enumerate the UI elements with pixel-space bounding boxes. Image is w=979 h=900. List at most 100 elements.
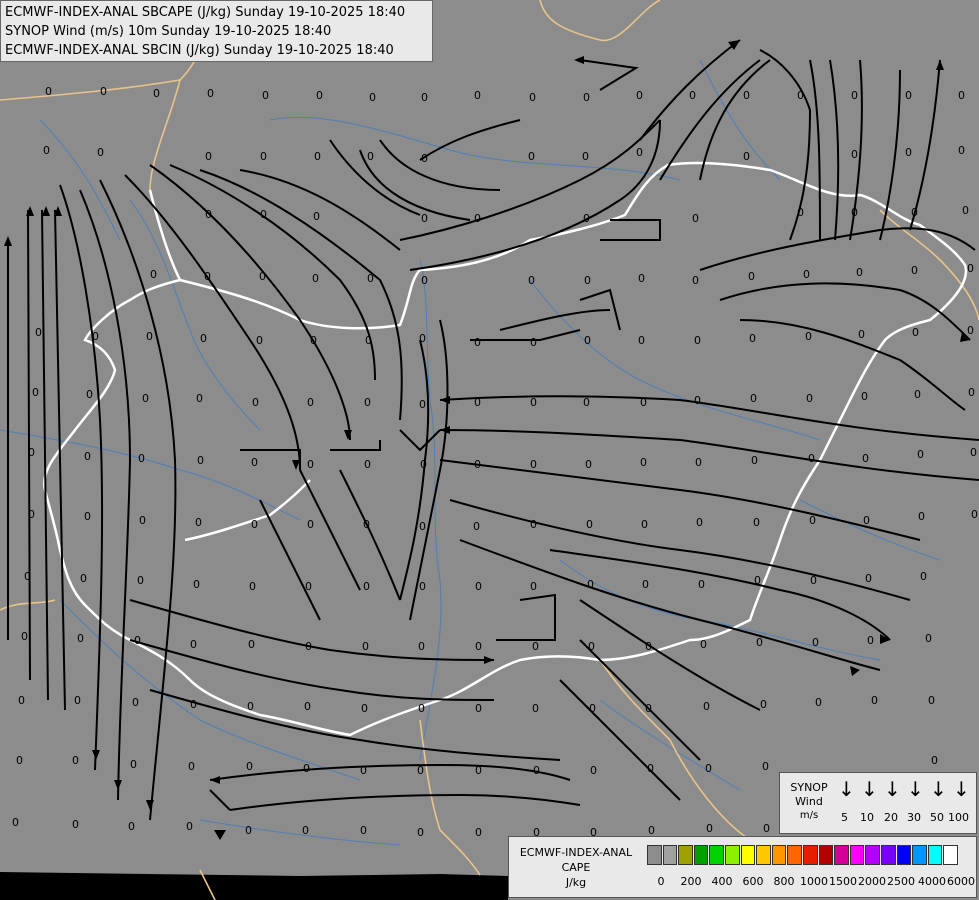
svg-text:0: 0 [28, 508, 35, 521]
svg-text:0: 0 [748, 270, 755, 283]
cape-color-swatch [647, 845, 662, 865]
svg-text:0: 0 [417, 764, 424, 777]
svg-text:0: 0 [307, 396, 314, 409]
svg-text:0: 0 [259, 270, 266, 283]
svg-text:0: 0 [196, 392, 203, 405]
svg-text:0: 0 [362, 640, 369, 653]
cape-scale-label: 200 [680, 875, 702, 888]
svg-text:0: 0 [905, 146, 912, 159]
svg-text:0: 0 [809, 514, 816, 527]
cape-scale-label: 4000 [918, 875, 946, 888]
svg-text:0: 0 [417, 826, 424, 839]
svg-text:0: 0 [958, 144, 965, 157]
svg-text:0: 0 [931, 754, 938, 767]
svg-text:0: 0 [72, 818, 79, 831]
svg-text:0: 0 [363, 580, 370, 593]
svg-text:0: 0 [532, 702, 539, 715]
svg-text:0: 0 [365, 334, 372, 347]
svg-text:0: 0 [530, 458, 537, 471]
svg-text:0: 0 [587, 578, 594, 591]
svg-text:0: 0 [260, 150, 267, 163]
svg-text:0: 0 [851, 206, 858, 219]
cape-legend-title-line: CAPE [561, 861, 591, 874]
svg-text:0: 0 [638, 272, 645, 285]
svg-text:0: 0 [762, 760, 769, 773]
svg-text:0: 0 [72, 754, 79, 767]
svg-text:0: 0 [529, 91, 536, 104]
svg-text:0: 0 [645, 640, 652, 653]
svg-text:0: 0 [246, 760, 253, 773]
svg-text:0: 0 [803, 268, 810, 281]
cape-scale-label: 1500 [829, 875, 857, 888]
svg-text:0: 0 [703, 700, 710, 713]
svg-text:0: 0 [585, 458, 592, 471]
svg-text:0: 0 [642, 578, 649, 591]
svg-text:0: 0 [134, 634, 141, 647]
svg-text:0: 0 [749, 332, 756, 345]
cape-legend-title-line: J/kg [565, 876, 587, 889]
svg-text:0: 0 [867, 634, 874, 647]
svg-text:0: 0 [638, 334, 645, 347]
svg-text:0: 0 [204, 270, 211, 283]
svg-text:0: 0 [421, 152, 428, 165]
svg-text:0: 0 [316, 89, 323, 102]
svg-text:0: 0 [474, 89, 481, 102]
cape-color-swatch [662, 845, 678, 865]
svg-text:0: 0 [861, 390, 868, 403]
svg-text:0: 0 [863, 514, 870, 527]
svg-text:0: 0 [193, 578, 200, 591]
svg-text:0: 0 [692, 212, 699, 225]
synop-legend-title-line: m/s [799, 810, 819, 821]
svg-text:0: 0 [917, 448, 924, 461]
svg-text:0: 0 [313, 210, 320, 223]
svg-text:0: 0 [153, 87, 160, 100]
svg-text:0: 0 [967, 262, 974, 275]
svg-text:0: 0 [805, 330, 812, 343]
svg-text:0: 0 [186, 820, 193, 833]
svg-text:0: 0 [920, 570, 927, 583]
cape-color-swatch [881, 845, 896, 865]
svg-text:0: 0 [700, 638, 707, 651]
svg-text:0: 0 [474, 458, 481, 471]
svg-text:0: 0 [207, 87, 214, 100]
header-cin-line: ECMWF-INDEX-ANAL SBCIN (J/kg) Sunday 19-… [5, 43, 394, 58]
svg-text:0: 0 [474, 396, 481, 409]
svg-text:0: 0 [128, 820, 135, 833]
cape-scale-label: 0 [657, 875, 665, 888]
svg-text:0: 0 [190, 638, 197, 651]
svg-text:0: 0 [419, 520, 426, 533]
svg-text:0: 0 [694, 394, 701, 407]
svg-text:0: 0 [971, 508, 978, 521]
svg-text:0: 0 [851, 148, 858, 161]
svg-text:0: 0 [797, 206, 804, 219]
svg-text:0: 0 [865, 572, 872, 585]
svg-text:0: 0 [475, 764, 482, 777]
svg-text:0: 0 [928, 694, 935, 707]
svg-text:0: 0 [84, 450, 91, 463]
svg-text:0: 0 [421, 91, 428, 104]
svg-text:0: 0 [530, 396, 537, 409]
svg-text:0: 0 [195, 516, 202, 529]
svg-text:0: 0 [751, 454, 758, 467]
svg-text:0: 0 [367, 272, 374, 285]
svg-text:0: 0 [364, 396, 371, 409]
svg-text:0: 0 [419, 398, 426, 411]
sea-area [0, 872, 508, 900]
svg-text:0: 0 [304, 700, 311, 713]
svg-text:0: 0 [418, 702, 425, 715]
svg-text:0: 0 [312, 272, 319, 285]
svg-text:0: 0 [251, 518, 258, 531]
svg-text:0: 0 [641, 518, 648, 531]
svg-text:0: 0 [251, 456, 258, 469]
svg-text:0: 0 [16, 754, 23, 767]
synop-legend-title: SYNOP Wind m/s [780, 781, 838, 823]
cape-color-swatch [756, 845, 771, 865]
svg-text:0: 0 [77, 632, 84, 645]
synop-wind-legend: SYNOP Wind m/s ↓ ↓ ↓ ↓ ↓ ↓ 5 10 20 30 50… [779, 772, 977, 834]
svg-text:0: 0 [862, 452, 869, 465]
svg-text:0: 0 [812, 636, 819, 649]
svg-text:0: 0 [636, 89, 643, 102]
cape-color-swatch [725, 845, 740, 865]
svg-text:0: 0 [696, 516, 703, 529]
svg-text:0: 0 [97, 146, 104, 159]
